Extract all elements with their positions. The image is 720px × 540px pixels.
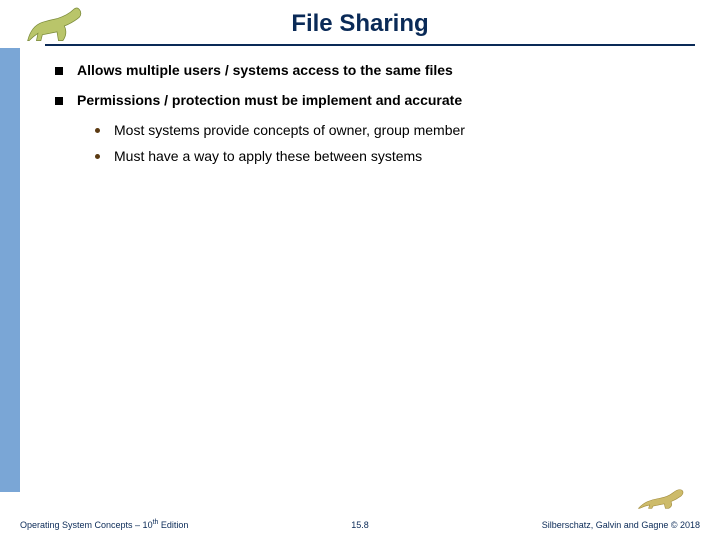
- footer-page-number: 15.8: [351, 520, 369, 530]
- slide-footer: Operating System Concepts – 10th Edition…: [20, 519, 700, 530]
- footer-book-title-a: Operating System Concepts – 10: [20, 520, 153, 530]
- sub-bullet-text: Most systems provide concepts of owner, …: [114, 122, 465, 138]
- footer-book-title-b: Edition: [158, 520, 188, 530]
- dinosaur-logo-icon: [18, 4, 96, 48]
- slide-content: Allows multiple users / systems access t…: [55, 62, 690, 174]
- dinosaur-footer-icon: [634, 478, 690, 514]
- bullet-item: Allows multiple users / systems access t…: [55, 62, 690, 78]
- sub-bullet-item: Must have a way to apply these between s…: [95, 148, 690, 164]
- bullet-text: Permissions / protection must be impleme…: [77, 92, 462, 108]
- bullet-text: Allows multiple users / systems access t…: [77, 62, 453, 78]
- header-rule: [45, 44, 695, 46]
- square-bullet-icon: [55, 97, 63, 105]
- sub-bullet-text: Must have a way to apply these between s…: [114, 148, 422, 164]
- slide-title: File Sharing: [0, 0, 720, 38]
- bullet-item: Permissions / protection must be impleme…: [55, 92, 690, 108]
- square-bullet-icon: [55, 67, 63, 75]
- side-stripe: [0, 48, 20, 492]
- footer-left: Operating System Concepts – 10th Edition: [20, 519, 188, 530]
- footer-copyright: Silberschatz, Galvin and Gagne © 2018: [542, 520, 700, 530]
- sub-bullet-item: Most systems provide concepts of owner, …: [95, 122, 690, 138]
- slide-header: File Sharing: [0, 0, 720, 48]
- dot-bullet-icon: [95, 128, 100, 133]
- dot-bullet-icon: [95, 154, 100, 159]
